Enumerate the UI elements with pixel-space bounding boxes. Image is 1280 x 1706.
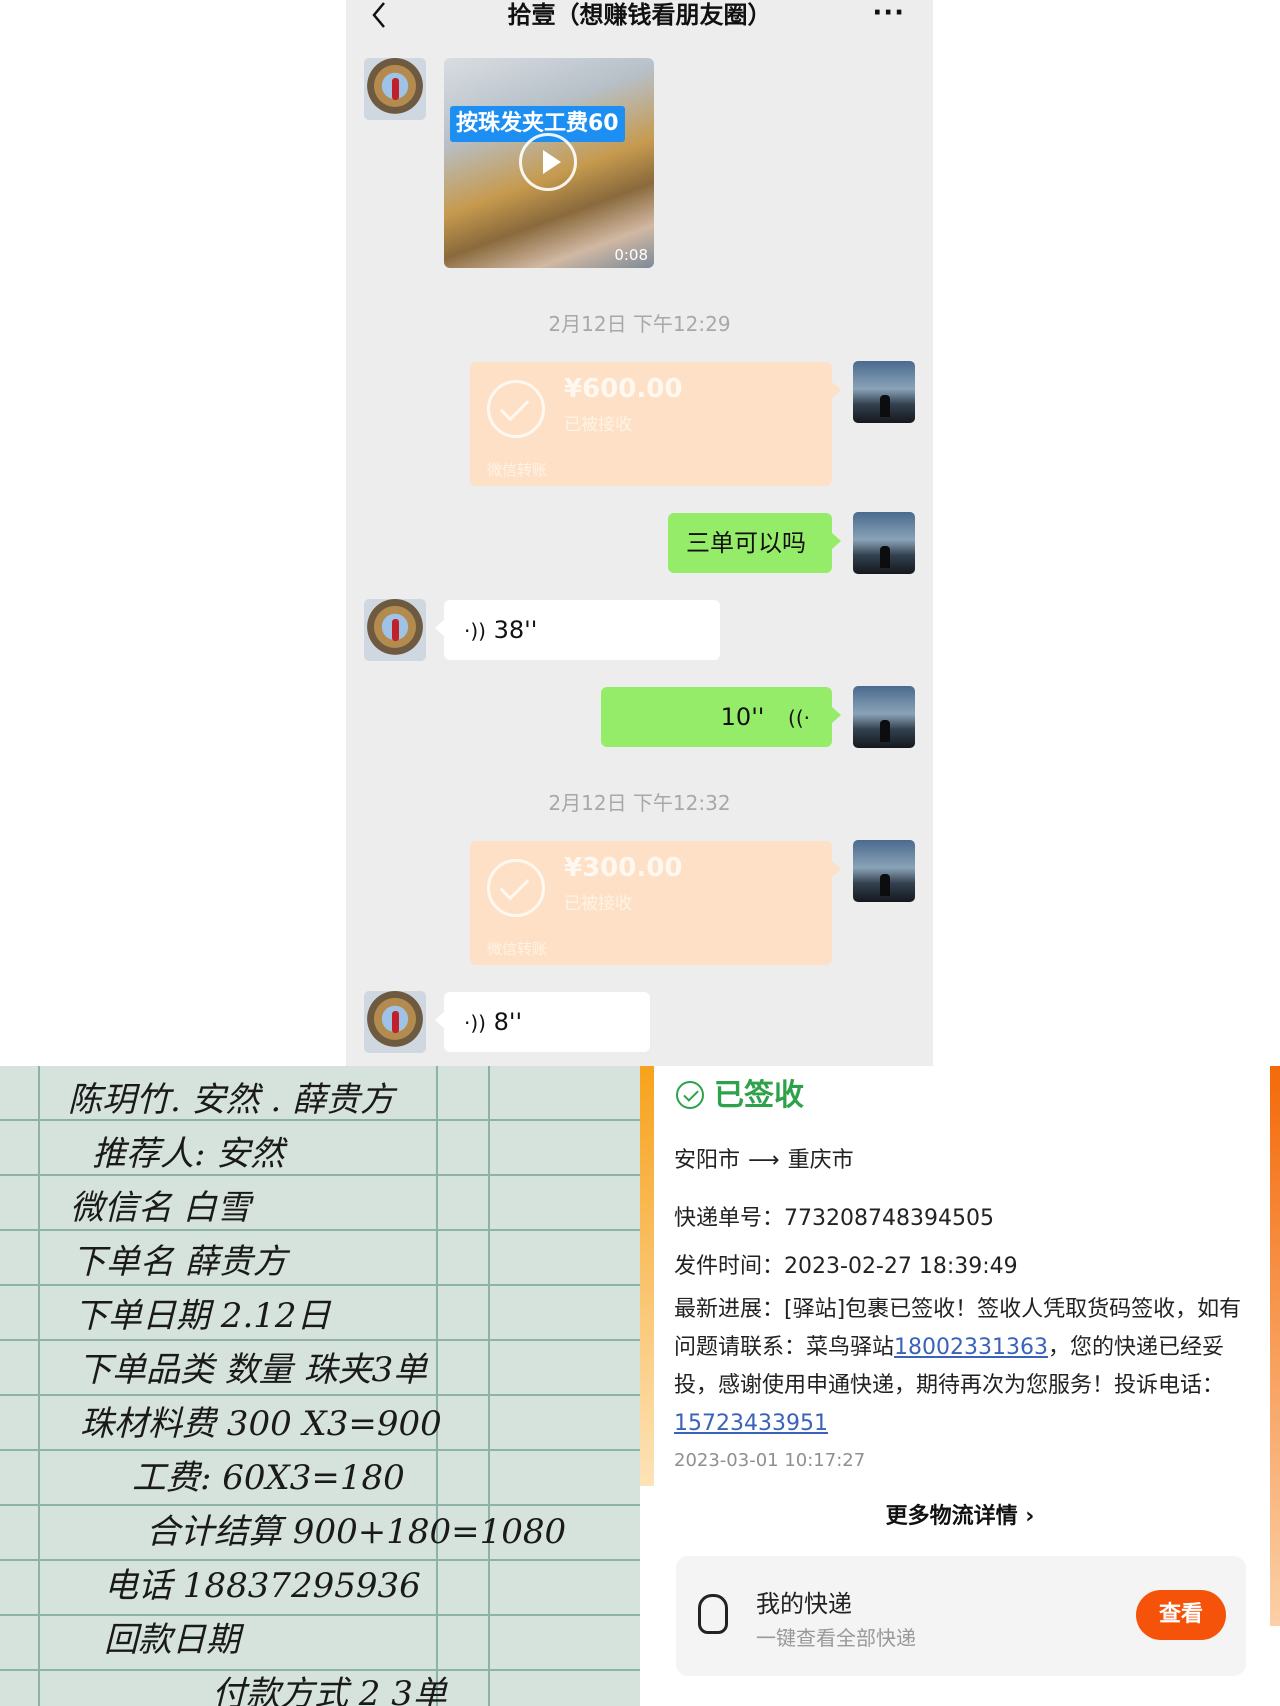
- transfer-amount: ¥300.00: [564, 853, 683, 883]
- update-time: 2023-03-01 10:17:27: [674, 1450, 866, 1471]
- handwritten-note: 陈玥竹. 安然 . 薛贵方 推荐人: 安然 微信名 白雪 下单名 薛贵方 下单日…: [0, 1066, 640, 1706]
- margin-line: [38, 1066, 40, 1706]
- self-avatar[interactable]: [853, 686, 915, 748]
- more-logistics-link[interactable]: 更多物流详情 ›: [640, 1498, 1280, 1530]
- delivery-status: 已签收: [676, 1076, 804, 1116]
- self-avatar[interactable]: [853, 361, 915, 423]
- send-time: 2023-02-27 18:39:49: [784, 1254, 1018, 1279]
- text-message[interactable]: 三单可以吗: [668, 513, 841, 573]
- note-line: 付款方式 2 3单: [212, 1674, 447, 1706]
- column-line: [436, 1066, 438, 1706]
- note-line: 工费: 60X3=180: [132, 1458, 405, 1498]
- station-phone-link[interactable]: 18002331363: [894, 1335, 1048, 1360]
- route: 安阳市 ⟶ 重庆市: [674, 1142, 854, 1174]
- note-line: 下单品类 数量 珠夹3单: [78, 1350, 428, 1390]
- transfer-amount: ¥600.00: [564, 374, 683, 404]
- contact-avatar[interactable]: [364, 991, 426, 1053]
- transfer-footer: 微信转账: [487, 940, 548, 958]
- check-circle-icon: [487, 380, 545, 438]
- transfer-card[interactable]: ¥600.00 已被接收 微信转账: [470, 362, 841, 486]
- note-line: 合计结算 900+180=1080: [146, 1512, 567, 1552]
- voice-icon: ((·: [788, 706, 810, 730]
- note-line: 微信名 白雪: [70, 1188, 251, 1228]
- timestamp: 2月12日 下午12:29: [548, 312, 731, 336]
- voice-icon: ·)): [464, 619, 486, 643]
- video-duration: 0:08: [614, 246, 648, 264]
- voice-message[interactable]: ·)) 8'': [435, 992, 650, 1052]
- play-icon[interactable]: [519, 133, 577, 191]
- voice-duration: 38'': [493, 616, 538, 644]
- voice-message[interactable]: 10'' ((·: [601, 687, 841, 747]
- note-line: 下单名 薛贵方: [72, 1242, 287, 1282]
- tracking-number-row: 快递单号：773208748394505: [674, 1200, 994, 1232]
- note-line: 珠材料费 300 X3=900: [80, 1404, 442, 1444]
- view-button[interactable]: 查看: [1136, 1590, 1226, 1640]
- note-line: 陈玥竹. 安然 . 薛贵方: [68, 1080, 395, 1120]
- card-title: 我的快递: [756, 1590, 852, 1618]
- chat-title: 拾壹（想赚钱看朋友圈）: [507, 1, 772, 29]
- transfer-footer: 微信转账: [487, 461, 548, 479]
- accent-stripe: [640, 1066, 654, 1486]
- status-text: 已签收: [714, 1078, 804, 1113]
- note-line: 回款日期: [104, 1620, 240, 1660]
- voice-icon: ·)): [464, 1011, 486, 1035]
- parcel-tracking-card: 已签收 安阳市 ⟶ 重庆市 快递单号：773208748394505 发件时间：20…: [640, 1066, 1280, 1706]
- tracking-label: 快递单号：: [674, 1206, 785, 1231]
- column-line: [488, 1066, 490, 1706]
- transfer-status: 已被接收: [564, 894, 632, 914]
- chat-screenshot: 拾壹（想赚钱看朋友圈） ··· 按珠发夹工费60 0:08 2月12日 下午12…: [346, 0, 933, 1066]
- route-from: 安阳市: [674, 1148, 741, 1173]
- note-line: 推荐人: 安然: [92, 1134, 285, 1174]
- card-subtitle: 一键查看全部快递: [756, 1626, 916, 1650]
- transfer-status: 已被接收: [564, 415, 632, 435]
- contact-avatar[interactable]: [364, 599, 426, 661]
- more-icon[interactable]: ···: [872, 0, 905, 26]
- arrow-right-icon: ⟶: [748, 1148, 780, 1173]
- voice-duration: 8'': [493, 1008, 523, 1036]
- tracking-number[interactable]: 773208748394505: [784, 1206, 994, 1231]
- my-parcels-card[interactable]: 我的快递 一键查看全部快递 查看: [676, 1556, 1246, 1676]
- accent-stripe: [1270, 1066, 1280, 1626]
- self-avatar[interactable]: [853, 840, 915, 902]
- contact-avatar[interactable]: [364, 58, 426, 120]
- route-to: 重庆市: [787, 1148, 854, 1173]
- timestamp: 2月12日 下午12:32: [548, 791, 731, 815]
- transfer-card[interactable]: ¥300.00 已被接收 微信转账: [470, 841, 841, 965]
- check-circle-icon: [676, 1081, 704, 1109]
- voice-duration: 10'': [720, 703, 765, 731]
- hand-pointer-icon: [698, 1594, 728, 1634]
- send-time-label: 发件时间：: [674, 1254, 785, 1279]
- video-message[interactable]: 按珠发夹工费60 0:08: [444, 58, 654, 268]
- note-line: 电话 18837295936: [104, 1566, 421, 1606]
- complaint-phone-link[interactable]: 15723433951: [674, 1411, 828, 1436]
- voice-message[interactable]: ·)) 38'': [435, 600, 720, 660]
- latest-progress: 最新进展：[驿站]包裹已签收！签收人凭取货码签收，如有问题请联系：菜鸟驿站180…: [674, 1291, 1260, 1443]
- check-circle-icon: [487, 859, 545, 917]
- chat-header: 拾壹（想赚钱看朋友圈） ···: [346, 0, 933, 36]
- note-line: 下单日期 2.12日: [74, 1296, 331, 1336]
- send-time-row: 发件时间：2023-02-27 18:39:49: [674, 1248, 1018, 1280]
- self-avatar[interactable]: [853, 512, 915, 574]
